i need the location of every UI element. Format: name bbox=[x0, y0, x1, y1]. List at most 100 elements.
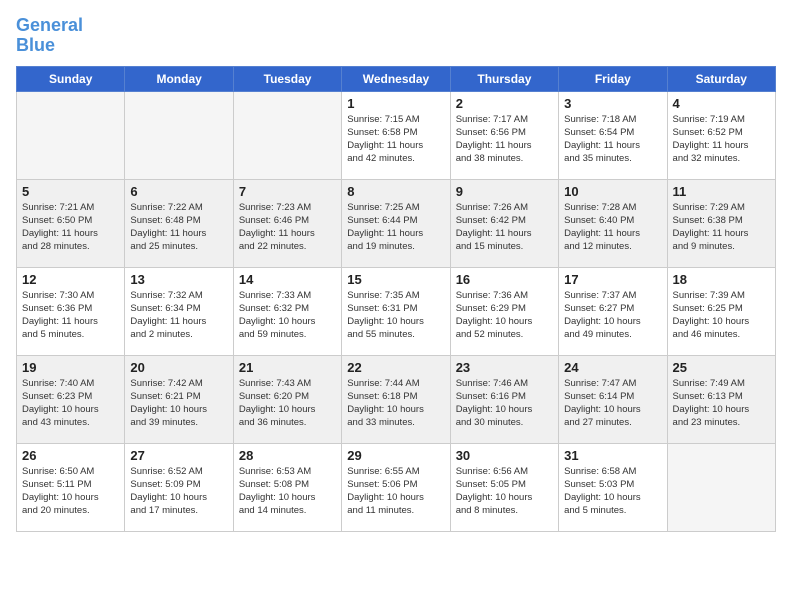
day-number: 12 bbox=[22, 272, 119, 287]
logo-blue: Blue bbox=[16, 35, 55, 55]
day-info: Sunrise: 7:25 AM Sunset: 6:44 PM Dayligh… bbox=[347, 201, 444, 254]
day-number: 15 bbox=[347, 272, 444, 287]
calendar-header-row: SundayMondayTuesdayWednesdayThursdayFrid… bbox=[17, 66, 776, 91]
calendar-cell: 4 Sunrise: 7:19 AM Sunset: 6:52 PM Daylig… bbox=[667, 91, 775, 179]
day-number: 26 bbox=[22, 448, 119, 463]
calendar-cell: 13 Sunrise: 7:32 AM Sunset: 6:34 PM Dayli… bbox=[125, 267, 233, 355]
day-number: 4 bbox=[673, 96, 770, 111]
calendar-cell: 16 Sunrise: 7:36 AM Sunset: 6:29 PM Dayli… bbox=[450, 267, 558, 355]
day-number: 14 bbox=[239, 272, 336, 287]
calendar-cell: 23 Sunrise: 7:46 AM Sunset: 6:16 PM Dayli… bbox=[450, 355, 558, 443]
day-info: Sunrise: 7:15 AM Sunset: 6:58 PM Dayligh… bbox=[347, 113, 444, 166]
day-info: Sunrise: 7:35 AM Sunset: 6:31 PM Dayligh… bbox=[347, 289, 444, 342]
day-number: 2 bbox=[456, 96, 553, 111]
calendar-cell: 27 Sunrise: 6:52 AM Sunset: 5:09 PM Dayli… bbox=[125, 443, 233, 531]
day-number: 24 bbox=[564, 360, 661, 375]
day-number: 10 bbox=[564, 184, 661, 199]
day-number: 17 bbox=[564, 272, 661, 287]
day-number: 13 bbox=[130, 272, 227, 287]
day-header-friday: Friday bbox=[559, 66, 667, 91]
day-number: 20 bbox=[130, 360, 227, 375]
calendar-cell bbox=[667, 443, 775, 531]
calendar-cell: 15 Sunrise: 7:35 AM Sunset: 6:31 PM Dayli… bbox=[342, 267, 450, 355]
day-header-wednesday: Wednesday bbox=[342, 66, 450, 91]
calendar-cell: 17 Sunrise: 7:37 AM Sunset: 6:27 PM Dayli… bbox=[559, 267, 667, 355]
day-info: Sunrise: 7:40 AM Sunset: 6:23 PM Dayligh… bbox=[22, 377, 119, 430]
day-info: Sunrise: 7:43 AM Sunset: 6:20 PM Dayligh… bbox=[239, 377, 336, 430]
calendar-cell: 26 Sunrise: 6:50 AM Sunset: 5:11 PM Dayli… bbox=[17, 443, 125, 531]
day-number: 23 bbox=[456, 360, 553, 375]
day-number: 16 bbox=[456, 272, 553, 287]
calendar-cell: 9 Sunrise: 7:26 AM Sunset: 6:42 PM Daylig… bbox=[450, 179, 558, 267]
day-info: Sunrise: 7:42 AM Sunset: 6:21 PM Dayligh… bbox=[130, 377, 227, 430]
day-info: Sunrise: 7:39 AM Sunset: 6:25 PM Dayligh… bbox=[673, 289, 770, 342]
day-header-saturday: Saturday bbox=[667, 66, 775, 91]
day-info: Sunrise: 7:18 AM Sunset: 6:54 PM Dayligh… bbox=[564, 113, 661, 166]
calendar-cell: 19 Sunrise: 7:40 AM Sunset: 6:23 PM Dayli… bbox=[17, 355, 125, 443]
day-number: 5 bbox=[22, 184, 119, 199]
calendar-cell: 11 Sunrise: 7:29 AM Sunset: 6:38 PM Dayli… bbox=[667, 179, 775, 267]
day-info: Sunrise: 7:19 AM Sunset: 6:52 PM Dayligh… bbox=[673, 113, 770, 166]
calendar-cell: 1 Sunrise: 7:15 AM Sunset: 6:58 PM Daylig… bbox=[342, 91, 450, 179]
day-header-monday: Monday bbox=[125, 66, 233, 91]
calendar-cell: 2 Sunrise: 7:17 AM Sunset: 6:56 PM Daylig… bbox=[450, 91, 558, 179]
logo: General Blue bbox=[16, 16, 83, 56]
day-info: Sunrise: 7:23 AM Sunset: 6:46 PM Dayligh… bbox=[239, 201, 336, 254]
calendar-cell: 24 Sunrise: 7:47 AM Sunset: 6:14 PM Dayli… bbox=[559, 355, 667, 443]
calendar-cell: 31 Sunrise: 6:58 AM Sunset: 5:03 PM Dayli… bbox=[559, 443, 667, 531]
day-info: Sunrise: 7:47 AM Sunset: 6:14 PM Dayligh… bbox=[564, 377, 661, 430]
calendar-cell: 3 Sunrise: 7:18 AM Sunset: 6:54 PM Daylig… bbox=[559, 91, 667, 179]
day-info: Sunrise: 7:49 AM Sunset: 6:13 PM Dayligh… bbox=[673, 377, 770, 430]
calendar-week-row: 5 Sunrise: 7:21 AM Sunset: 6:50 PM Daylig… bbox=[17, 179, 776, 267]
calendar-week-row: 19 Sunrise: 7:40 AM Sunset: 6:23 PM Dayli… bbox=[17, 355, 776, 443]
day-info: Sunrise: 6:50 AM Sunset: 5:11 PM Dayligh… bbox=[22, 465, 119, 518]
day-number: 19 bbox=[22, 360, 119, 375]
day-number: 6 bbox=[130, 184, 227, 199]
header: General Blue bbox=[16, 16, 776, 56]
day-info: Sunrise: 7:28 AM Sunset: 6:40 PM Dayligh… bbox=[564, 201, 661, 254]
day-number: 9 bbox=[456, 184, 553, 199]
day-number: 27 bbox=[130, 448, 227, 463]
calendar-cell: 7 Sunrise: 7:23 AM Sunset: 6:46 PM Daylig… bbox=[233, 179, 341, 267]
calendar-cell: 22Sunrise: 7:44 AM Sunset: 6:18 PM Dayli… bbox=[342, 355, 450, 443]
calendar-cell: 18Sunrise: 7:39 AM Sunset: 6:25 PM Dayli… bbox=[667, 267, 775, 355]
day-info: Sunrise: 7:26 AM Sunset: 6:42 PM Dayligh… bbox=[456, 201, 553, 254]
calendar-table: SundayMondayTuesdayWednesdayThursdayFrid… bbox=[16, 66, 776, 532]
calendar-cell: 8 Sunrise: 7:25 AM Sunset: 6:44 PM Daylig… bbox=[342, 179, 450, 267]
day-number: 30 bbox=[456, 448, 553, 463]
day-number: 25 bbox=[673, 360, 770, 375]
calendar-cell bbox=[233, 91, 341, 179]
calendar-cell: 6 Sunrise: 7:22 AM Sunset: 6:48 PM Daylig… bbox=[125, 179, 233, 267]
day-number: 21 bbox=[239, 360, 336, 375]
day-info: Sunrise: 6:53 AM Sunset: 5:08 PM Dayligh… bbox=[239, 465, 336, 518]
day-number: 11 bbox=[673, 184, 770, 199]
calendar-cell: 5 Sunrise: 7:21 AM Sunset: 6:50 PM Daylig… bbox=[17, 179, 125, 267]
day-info: Sunrise: 7:46 AM Sunset: 6:16 PM Dayligh… bbox=[456, 377, 553, 430]
day-info: Sunrise: 7:37 AM Sunset: 6:27 PM Dayligh… bbox=[564, 289, 661, 342]
day-number: 1 bbox=[347, 96, 444, 111]
day-info: Sunrise: 6:58 AM Sunset: 5:03 PM Dayligh… bbox=[564, 465, 661, 518]
calendar-cell: 12Sunrise: 7:30 AM Sunset: 6:36 PM Dayli… bbox=[17, 267, 125, 355]
calendar-cell: 20 Sunrise: 7:42 AM Sunset: 6:21 PM Dayli… bbox=[125, 355, 233, 443]
day-info: Sunrise: 6:52 AM Sunset: 5:09 PM Dayligh… bbox=[130, 465, 227, 518]
day-header-sunday: Sunday bbox=[17, 66, 125, 91]
calendar-cell bbox=[125, 91, 233, 179]
day-info: Sunrise: 6:55 AM Sunset: 5:06 PM Dayligh… bbox=[347, 465, 444, 518]
calendar-cell: 28Sunrise: 6:53 AM Sunset: 5:08 PM Dayli… bbox=[233, 443, 341, 531]
day-number: 3 bbox=[564, 96, 661, 111]
calendar-week-row: 12Sunrise: 7:30 AM Sunset: 6:36 PM Dayli… bbox=[17, 267, 776, 355]
day-info: Sunrise: 7:17 AM Sunset: 6:56 PM Dayligh… bbox=[456, 113, 553, 166]
calendar-week-row: 1 Sunrise: 7:15 AM Sunset: 6:58 PM Daylig… bbox=[17, 91, 776, 179]
day-info: Sunrise: 7:21 AM Sunset: 6:50 PM Dayligh… bbox=[22, 201, 119, 254]
day-info: Sunrise: 7:36 AM Sunset: 6:29 PM Dayligh… bbox=[456, 289, 553, 342]
calendar-cell: 14Sunrise: 7:33 AM Sunset: 6:32 PM Dayli… bbox=[233, 267, 341, 355]
day-info: Sunrise: 7:29 AM Sunset: 6:38 PM Dayligh… bbox=[673, 201, 770, 254]
day-number: 7 bbox=[239, 184, 336, 199]
day-number: 8 bbox=[347, 184, 444, 199]
day-info: Sunrise: 7:32 AM Sunset: 6:34 PM Dayligh… bbox=[130, 289, 227, 342]
day-number: 29 bbox=[347, 448, 444, 463]
logo-text: General Blue bbox=[16, 16, 83, 56]
day-number: 31 bbox=[564, 448, 661, 463]
day-info: Sunrise: 7:44 AM Sunset: 6:18 PM Dayligh… bbox=[347, 377, 444, 430]
day-info: Sunrise: 7:22 AM Sunset: 6:48 PM Dayligh… bbox=[130, 201, 227, 254]
